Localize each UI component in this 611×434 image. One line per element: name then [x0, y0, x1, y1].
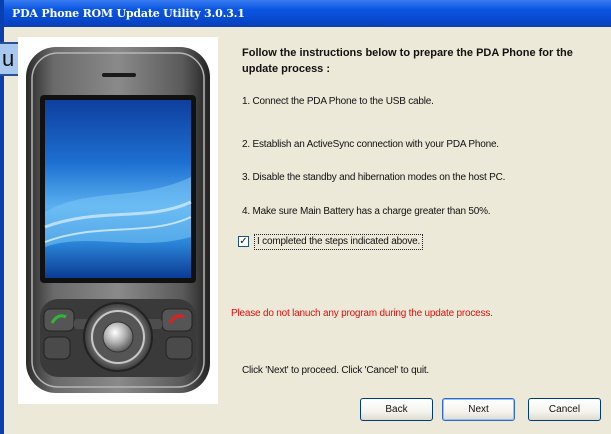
center-button	[102, 321, 134, 353]
back-button[interactable]: Back	[360, 398, 433, 421]
speaker-slot	[102, 73, 136, 77]
confirm-checkbox-label[interactable]: I completed the steps indicated above.	[254, 234, 424, 250]
background-window-text: u	[2, 46, 15, 71]
next-button[interactable]: Next	[442, 398, 515, 421]
navigation-hint: Click 'Next' to proceed. Click 'Cancel' …	[242, 365, 430, 376]
window-title[interactable]: PDA Phone ROM Update Utility 3.0.3.1	[4, 0, 611, 27]
device-image-panel	[18, 37, 218, 404]
step-3: 3. Disable the standby and hibernation m…	[242, 172, 506, 183]
step-1: 1. Connect the PDA Phone to the USB cabl…	[242, 96, 434, 107]
step-2: 2. Establish an ActiveSync connection wi…	[242, 139, 499, 150]
pda-phone-illustration	[26, 47, 210, 393]
warning-text: Please do not lanuch any program during …	[231, 308, 493, 319]
instructions-heading: Follow the instructions below to prepare…	[242, 47, 573, 75]
confirm-checkbox[interactable]: ✓	[238, 236, 249, 247]
step-4: 4. Make sure Main Battery has a charge g…	[242, 206, 491, 217]
cancel-button[interactable]: Cancel	[528, 398, 601, 421]
